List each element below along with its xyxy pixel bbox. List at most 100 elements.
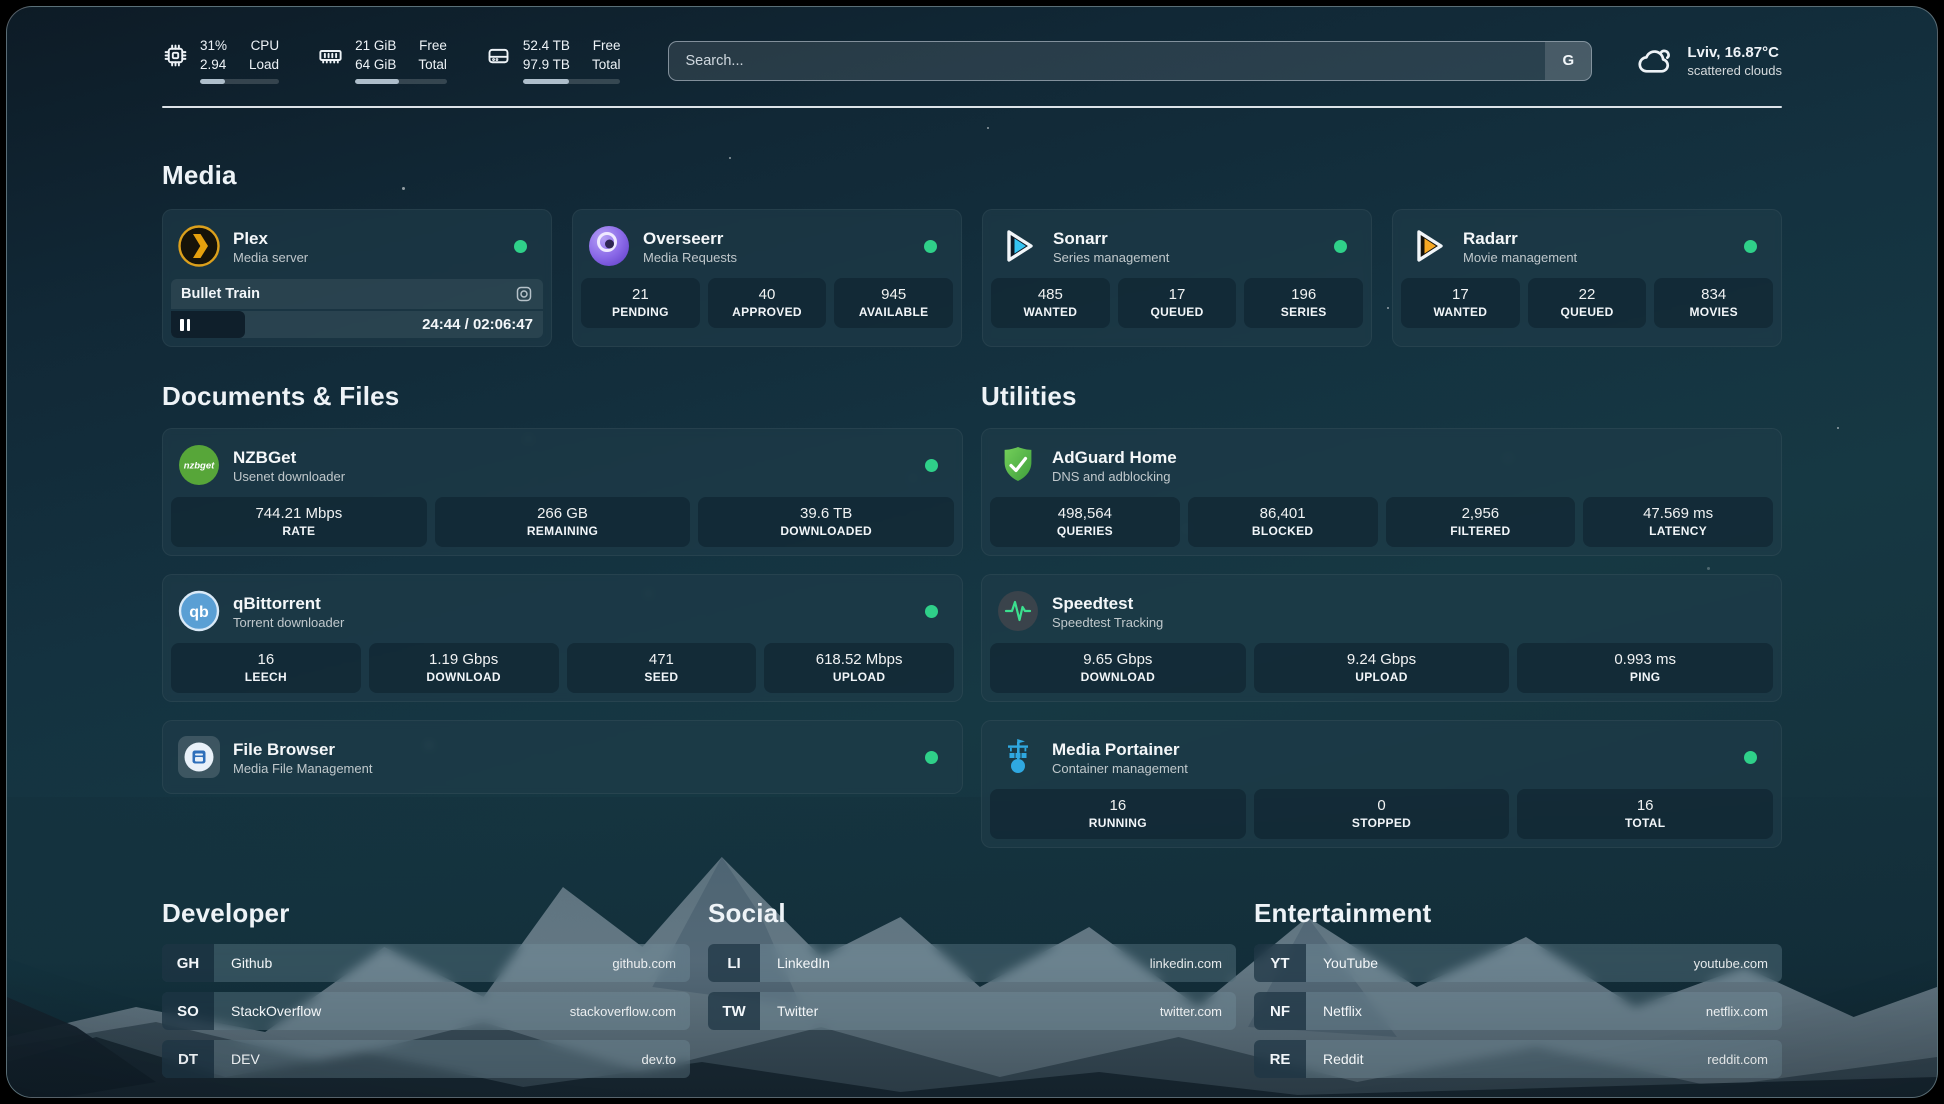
service-description: Usenet downloader — [233, 469, 345, 484]
overseerr-icon — [588, 225, 630, 267]
filebrowser-icon — [178, 736, 220, 778]
stat-approved: 40 APPROVED — [708, 278, 827, 328]
service-card-nzbget[interactable]: nzbget NZBGet Usenet downloader 744.21 M… — [162, 428, 963, 556]
service-card-adguard[interactable]: AdGuard Home DNS and adblocking 498,564 … — [981, 428, 1782, 556]
stat-blocked: 86,401 BLOCKED — [1188, 497, 1378, 547]
bookmark-url: stackoverflow.com — [570, 992, 690, 1030]
bookmark-name: StackOverflow — [214, 992, 321, 1030]
pause-icon[interactable] — [180, 319, 190, 331]
service-name: Overseerr — [643, 228, 737, 249]
bookmark-url: twitter.com — [1160, 992, 1236, 1030]
service-name: Plex — [233, 228, 308, 249]
service-name: qBittorrent — [233, 593, 344, 614]
dashboard: 31% 2.94 CPU Load — [6, 6, 1938, 1098]
service-name: Speedtest — [1052, 593, 1163, 614]
resource-widgets: 31% 2.94 CPU Load — [162, 37, 620, 84]
bookmark-abbr: RE — [1254, 1040, 1306, 1078]
bookmark-github[interactable]: GH Github github.com — [162, 944, 690, 982]
stat-remaining: 266 GB REMAINING — [435, 497, 691, 547]
service-card-portainer[interactable]: Media Portainer Container management 16 … — [981, 720, 1782, 848]
service-card-speedtest[interactable]: Speedtest Speedtest Tracking 9.65 Gbps D… — [981, 574, 1782, 702]
status-dot — [925, 751, 938, 764]
bookmark-abbr: LI — [708, 944, 760, 982]
bookmark-group-social: Social LI LinkedIn linkedin.com TW Twitt… — [708, 898, 1236, 1088]
bookmark-linkedin[interactable]: LI LinkedIn linkedin.com — [708, 944, 1236, 982]
stat-stopped: 0 STOPPED — [1254, 789, 1510, 839]
stat-upload: 9.24 Gbps UPLOAD — [1254, 643, 1510, 693]
speedtest-icon — [997, 590, 1039, 632]
bookmark-name: DEV — [214, 1040, 260, 1078]
stat-series: 196 SERIES — [1244, 278, 1363, 328]
weather-location: Lviv, 16.87°C — [1687, 44, 1782, 61]
playback-progress-fill — [171, 311, 245, 338]
top-bar: 31% 2.94 CPU Load — [162, 37, 1782, 84]
section-heading-media: Media — [162, 160, 1782, 191]
cloud-icon — [1636, 42, 1674, 80]
stat-pending: 21 PENDING — [581, 278, 700, 328]
bookmark-dev[interactable]: DT DEV dev.to — [162, 1040, 690, 1078]
status-dot — [925, 605, 938, 618]
service-card-filebrowser[interactable]: File Browser Media File Management — [162, 720, 963, 794]
service-card-radarr[interactable]: Radarr Movie management 17 WANTED 22 QUE… — [1392, 209, 1782, 347]
bookmark-name: LinkedIn — [760, 944, 830, 982]
memory-total-label: Total — [418, 56, 447, 75]
disk-total-label: Total — [592, 56, 621, 75]
service-description: Torrent downloader — [233, 615, 344, 630]
bookmark-abbr: YT — [1254, 944, 1306, 982]
stat-total: 16 TOTAL — [1517, 789, 1773, 839]
status-dot — [1744, 240, 1757, 253]
bookmark-abbr: SO — [162, 992, 214, 1030]
bookmark-youtube[interactable]: YT YouTube youtube.com — [1254, 944, 1782, 982]
service-description: Speedtest Tracking — [1052, 615, 1163, 630]
cpu-label: CPU — [249, 37, 279, 56]
section-heading-entertainment: Entertainment — [1254, 898, 1782, 929]
disk-free-label: Free — [592, 37, 621, 56]
playback-progress-row: 24:44 / 02:06:47 — [171, 311, 543, 338]
svg-text:nzbget: nzbget — [184, 461, 215, 472]
section-heading-documents: Documents & Files — [162, 381, 963, 412]
service-card-plex[interactable]: Plex Media server Bullet Train 24:44 / 0 — [162, 209, 552, 347]
documents-column: Documents & Files nzbget NZBGet Usenet d… — [162, 381, 963, 794]
bookmark-url: github.com — [612, 944, 690, 982]
plex-icon — [178, 225, 220, 267]
status-dot — [1334, 240, 1347, 253]
stat-wanted: 17 WANTED — [1401, 278, 1520, 328]
bookmark-name: Twitter — [760, 992, 818, 1030]
service-card-overseerr[interactable]: Overseerr Media Requests 21 PENDING 40 A… — [572, 209, 962, 347]
bookmark-stackoverflow[interactable]: SO StackOverflow stackoverflow.com — [162, 992, 690, 1030]
stat-latency: 47.569 ms LATENCY — [1583, 497, 1773, 547]
disk-total: 97.9 TB — [523, 56, 570, 75]
service-name: Sonarr — [1053, 228, 1169, 249]
utilities-column: Utilities AdGuard Home DNS — [981, 381, 1782, 848]
service-card-sonarr[interactable]: Sonarr Series management 485 WANTED 17 Q… — [982, 209, 1372, 347]
stat-running: 16 RUNNING — [990, 789, 1246, 839]
service-description: Series management — [1053, 250, 1169, 265]
service-description: DNS and adblocking — [1052, 469, 1177, 484]
stat-ping: 0.993 ms PING — [1517, 643, 1773, 693]
bookmark-netflix[interactable]: NF Netflix netflix.com — [1254, 992, 1782, 1030]
cpu-widget: 31% 2.94 CPU Load — [162, 37, 279, 84]
bookmark-name: Netflix — [1306, 992, 1362, 1030]
bookmark-twitter[interactable]: TW Twitter twitter.com — [708, 992, 1236, 1030]
nzbget-icon: nzbget — [178, 444, 220, 486]
now-playing-row: Bullet Train — [171, 279, 543, 309]
memory-free: 21 GiB — [355, 37, 396, 56]
stat-download: 1.19 Gbps DOWNLOAD — [369, 643, 559, 693]
weather-condition: scattered clouds — [1687, 63, 1782, 78]
service-name: NZBGet — [233, 447, 345, 468]
media-grid: Plex Media server Bullet Train 24:44 / 0 — [162, 209, 1782, 347]
stat-available: 945 AVAILABLE — [834, 278, 953, 328]
service-description: Media Requests — [643, 250, 737, 265]
bookmark-reddit[interactable]: RE Reddit reddit.com — [1254, 1040, 1782, 1078]
search-provider-button[interactable]: G — [1545, 42, 1591, 80]
section-heading-utilities: Utilities — [981, 381, 1782, 412]
bookmark-abbr: GH — [162, 944, 214, 982]
service-description: Container management — [1052, 761, 1188, 776]
cpu-load-value: 2.94 — [200, 56, 227, 75]
search-input[interactable] — [669, 42, 1545, 80]
bookmark-group-developer: Developer GH Github github.com SO StackO… — [162, 898, 690, 1088]
service-card-qbittorrent[interactable]: qb qBittorrent Torrent downloader 16 LEE… — [162, 574, 963, 702]
stat-downloaded: 39.6 TB DOWNLOADED — [698, 497, 954, 547]
memory-free-label: Free — [418, 37, 447, 56]
service-name: AdGuard Home — [1052, 447, 1177, 468]
